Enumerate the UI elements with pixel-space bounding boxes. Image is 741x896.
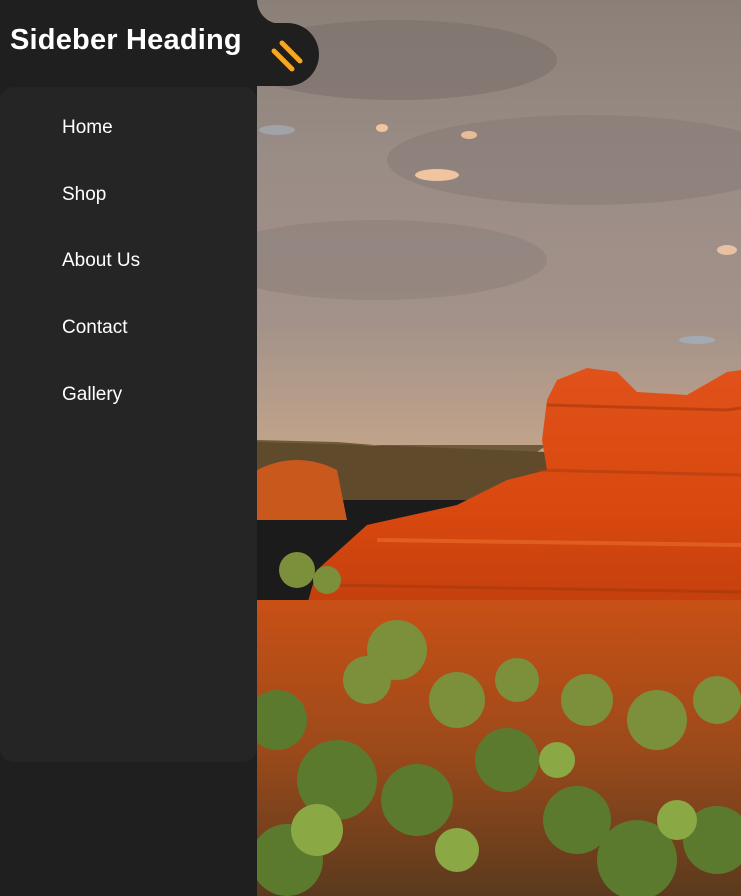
page: Sideber Heading Home Shop About Us Conta… — [0, 0, 741, 896]
sidebar-toggle-button[interactable] — [266, 33, 308, 75]
sidebar-item-about-us[interactable]: About Us — [62, 250, 140, 272]
pencil-stripes-icon — [271, 40, 303, 72]
sidebar-item-shop[interactable]: Shop — [62, 184, 106, 206]
tab-corner — [257, 0, 281, 24]
hero-image — [257, 0, 741, 896]
sidebar-item-contact[interactable]: Contact — [62, 317, 127, 339]
sidebar-heading: Sideber Heading — [10, 24, 242, 56]
sidebar-item-gallery[interactable]: Gallery — [62, 384, 122, 406]
sidebar-menu: Home Shop About Us Contact Gallery — [0, 87, 257, 762]
sidebar-item-home[interactable]: Home — [62, 117, 113, 139]
